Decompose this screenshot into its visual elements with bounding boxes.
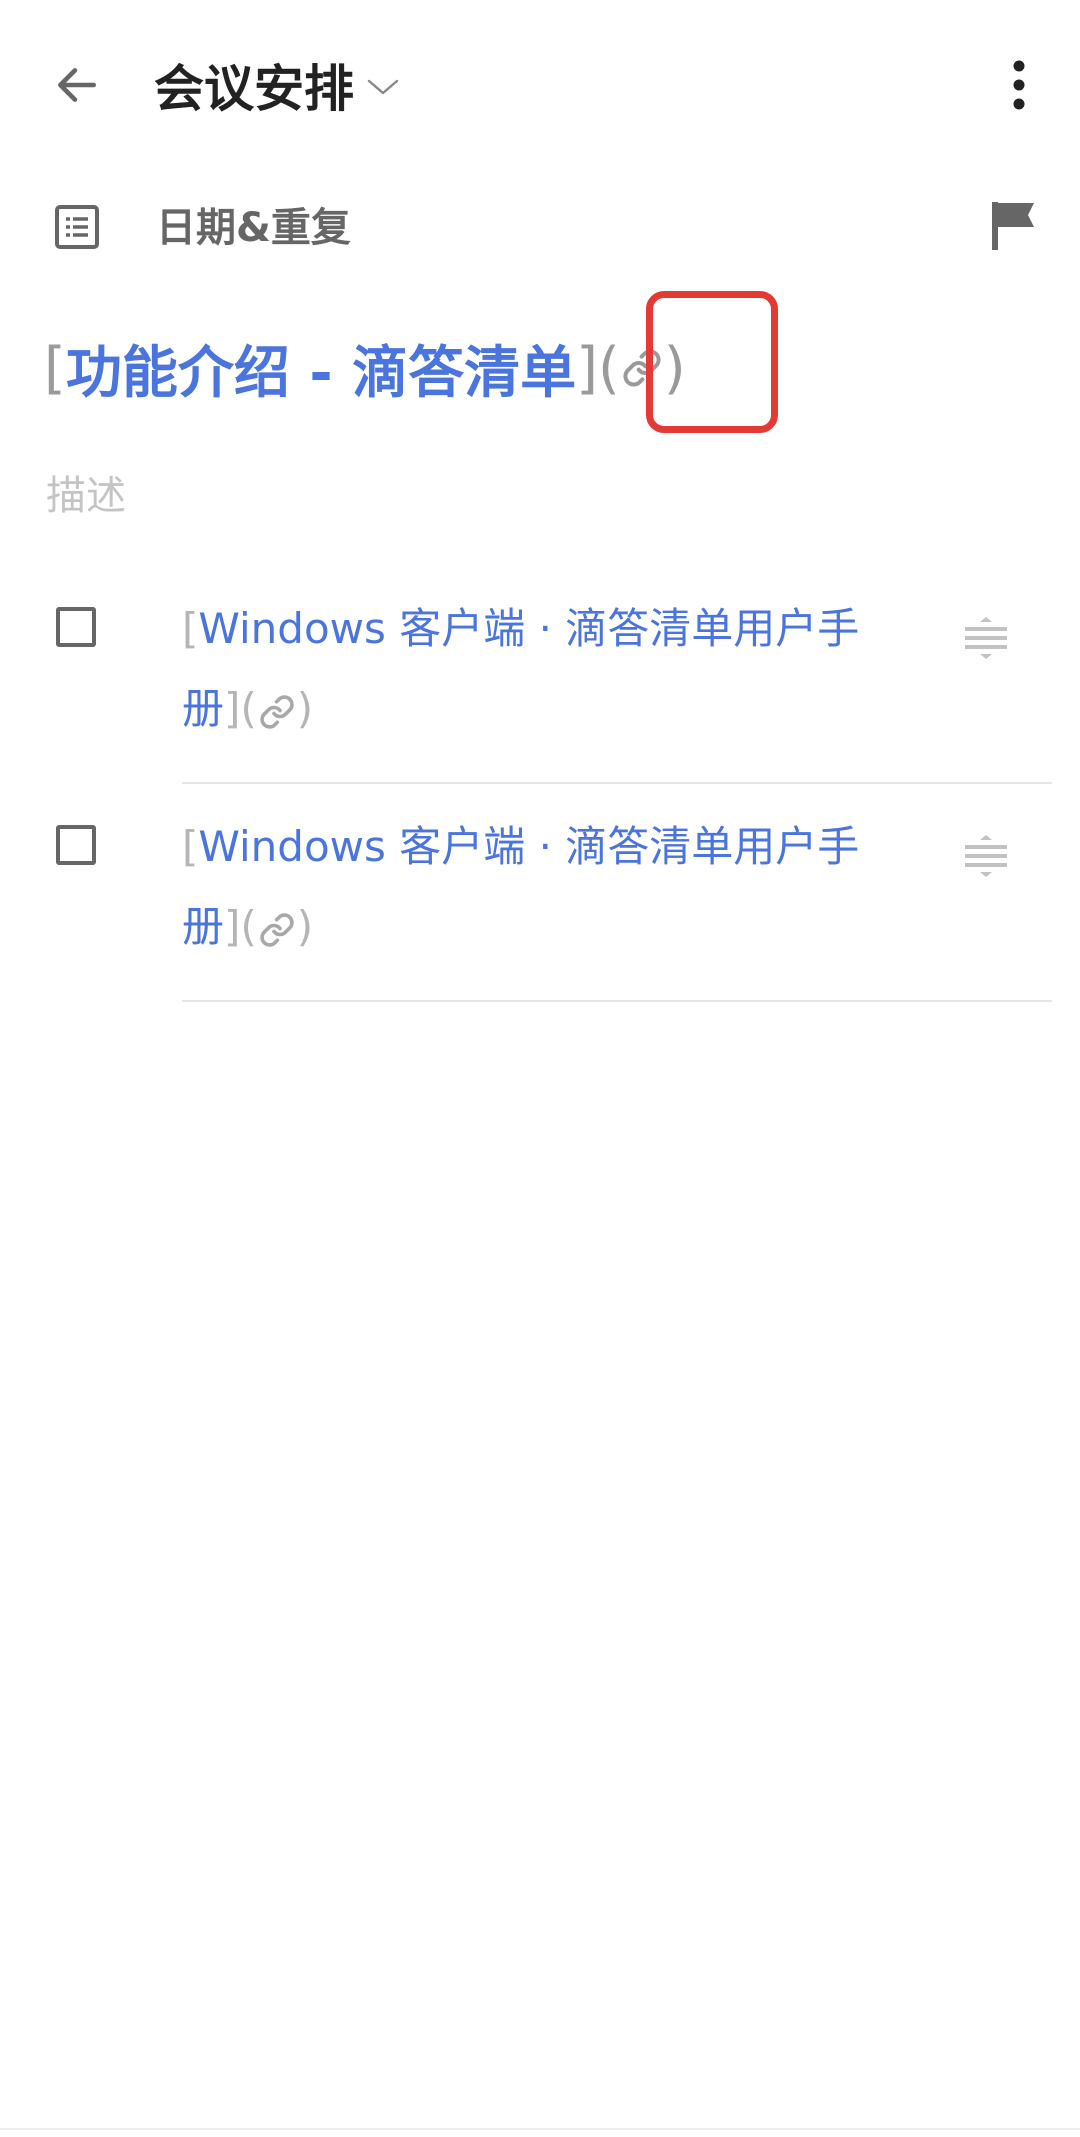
item-open-bracket: [ — [182, 604, 199, 653]
link-icon — [260, 694, 294, 729]
drag-handle-icon[interactable] — [958, 828, 1014, 884]
item-close-paren: ) — [296, 684, 314, 733]
item-open-paren: ( — [240, 902, 257, 951]
drag-handle-icon[interactable] — [958, 610, 1014, 666]
checklist-checkbox[interactable] — [56, 607, 96, 647]
back-button[interactable] — [36, 44, 118, 126]
item-link-button[interactable] — [259, 912, 295, 948]
checklist-checkbox[interactable] — [56, 825, 96, 865]
item-close-bracket: ] — [224, 684, 241, 733]
more-vertical-icon — [1013, 60, 1025, 110]
checklist-item-text[interactable]: [Windows 客户端 · 滴答清单用户手册]() — [182, 589, 912, 749]
bottom-edge-divider — [0, 2128, 1080, 2130]
item-open-paren: ( — [240, 684, 257, 733]
checklist-divider — [182, 1000, 1052, 1002]
priority-flag-button[interactable] — [980, 192, 1048, 260]
link-icon — [260, 912, 294, 947]
link-highlight-box — [646, 291, 778, 433]
description-input[interactable]: 描述 — [46, 462, 126, 522]
list-selector[interactable]: 会议安排 — [154, 48, 400, 122]
arrow-left-icon — [58, 68, 96, 102]
chevron-down-icon — [367, 79, 399, 95]
task-title[interactable]: [功能介绍 - 滴答清单]() — [44, 328, 686, 408]
item-link-button[interactable] — [259, 694, 295, 730]
title-link-text[interactable]: 功能介绍 - 滴答清单 — [66, 328, 576, 409]
link-open-paren: ( — [597, 335, 620, 401]
date-repeat-button[interactable]: 日期&重复 — [156, 194, 351, 254]
text-document-icon[interactable] — [50, 200, 104, 254]
title-open-bracket: [ — [44, 335, 66, 401]
item-open-bracket: [ — [182, 822, 199, 871]
item-close-bracket: ] — [224, 902, 241, 951]
item-close-paren: ) — [296, 902, 314, 951]
checklist-divider — [182, 782, 1052, 784]
checklist-item-text[interactable]: [Windows 客户端 · 滴答清单用户手册]() — [182, 807, 912, 967]
flag-icon — [992, 202, 1034, 250]
more-options-button[interactable] — [990, 44, 1048, 126]
title-close-bracket: ] — [576, 335, 598, 401]
list-title: 会议安排 — [154, 60, 354, 118]
